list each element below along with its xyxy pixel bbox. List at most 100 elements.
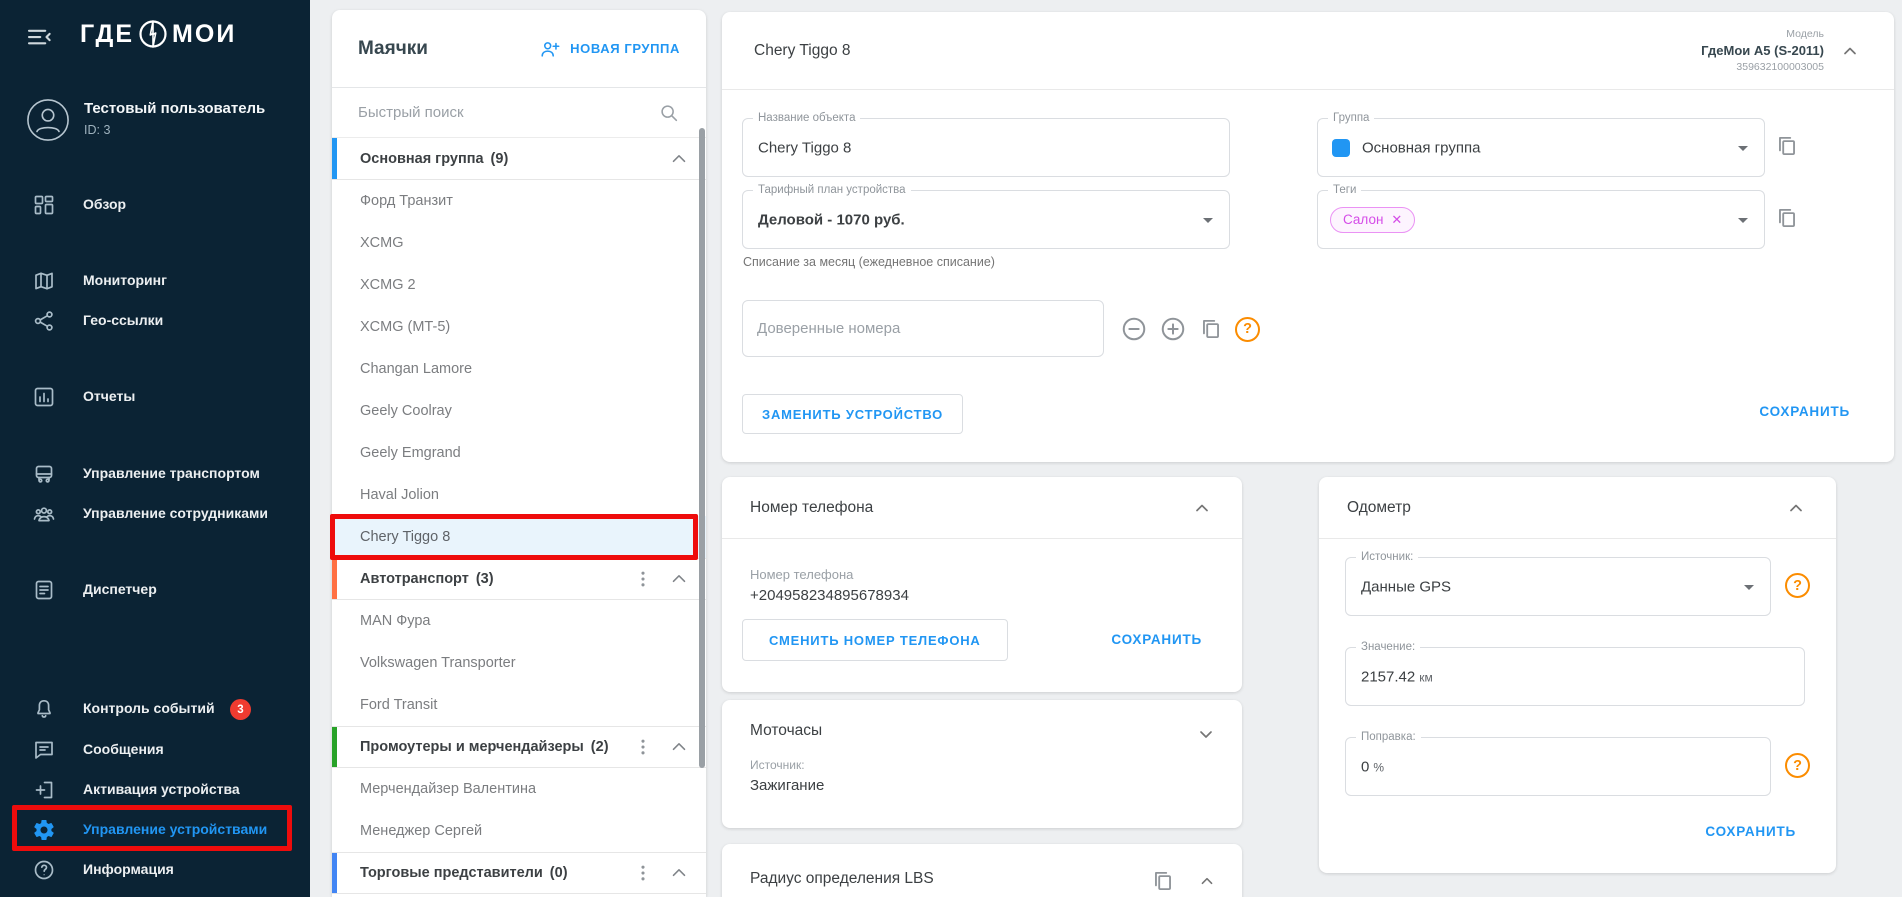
device-imei: 359632100003005	[1736, 61, 1824, 73]
beacon-row[interactable]: Volkswagen Transporter	[332, 642, 706, 684]
chevron-up-icon[interactable]	[668, 736, 690, 758]
group-row-autotransport[interactable]: Автотранспорт (3)	[332, 558, 706, 600]
sidebar-item-employees[interactable]: Управление сотрудниками	[0, 494, 310, 534]
engine-source-value: Зажигание	[750, 777, 824, 794]
tariff-plan-select[interactable]: Тарифный план устройства Деловой - 1070 …	[742, 190, 1230, 249]
copy-lbs-icon[interactable]	[1150, 868, 1176, 894]
sidebar-item-dispatcher[interactable]: Диспетчер	[0, 570, 310, 610]
beacon-row[interactable]: Geely Emgrand	[332, 432, 706, 474]
copy-group-icon[interactable]	[1774, 133, 1800, 159]
correction-unit: %	[1373, 760, 1384, 774]
group-row-promoters[interactable]: Промоутеры и мерчендайзеры (2)	[332, 726, 706, 768]
copy-tags-icon[interactable]	[1774, 205, 1800, 231]
phone-label: Номер телефона	[750, 567, 853, 582]
save-device-button[interactable]: СОХРАНИТЬ	[1759, 404, 1850, 419]
help-odometer-source-icon[interactable]: ?	[1785, 573, 1810, 598]
dropdown-caret-icon	[1203, 218, 1213, 223]
new-group-button[interactable]: НОВАЯ ГРУППА	[539, 38, 680, 60]
collapse-chevron-up-icon[interactable]	[1784, 496, 1808, 520]
collapse-chevron-up-icon[interactable]	[1196, 870, 1218, 892]
kebab-menu-icon[interactable]	[632, 862, 654, 884]
model-value: ГдеМои A5 (S-2011)	[1701, 43, 1824, 58]
sidebar-item-device-management[interactable]: Управление устройствами	[0, 810, 310, 850]
odometer-title: Одометр	[1347, 499, 1411, 517]
collapse-chevron-down-icon[interactable]	[1194, 722, 1218, 746]
tag-chip[interactable]: Салон ✕	[1330, 207, 1415, 233]
kebab-menu-icon[interactable]	[632, 736, 654, 758]
tags-select[interactable]: Теги Салон ✕	[1317, 190, 1765, 249]
help-correction-icon[interactable]: ?	[1785, 753, 1810, 778]
lbs-title: Радиус определения LBS	[750, 870, 934, 888]
beacon-row[interactable]: XCMG 2	[332, 264, 706, 306]
object-name-field[interactable]: Название объекта Chery Tiggo 8	[742, 118, 1230, 177]
bar-chart-icon	[32, 385, 56, 409]
sidebar-item-monitoring[interactable]: Мониторинг	[0, 261, 310, 301]
device-settings-card: Chery Tiggo 8 Модель ГдеМои A5 (S-2011) …	[722, 12, 1894, 462]
beacon-row[interactable]: XCMG (MT-5)	[332, 306, 706, 348]
beacons-panel-header: Маячки НОВАЯ ГРУППА	[332, 10, 706, 88]
beacon-row[interactable]: Менеджер Сергей	[332, 810, 706, 852]
events-count-badge: 3	[230, 699, 251, 720]
help-trusted-numbers-icon[interactable]: ?	[1235, 317, 1260, 342]
group-color-bar	[332, 727, 337, 767]
odometer-value-field[interactable]: Значение: 2157.42км	[1345, 647, 1805, 706]
replace-device-button[interactable]: ЗАМЕНИТЬ УСТРОЙСТВО	[742, 394, 963, 434]
beacon-row[interactable]: Ford Transit	[332, 684, 706, 726]
save-odometer-button[interactable]: СОХРАНИТЬ	[1705, 824, 1796, 839]
change-phone-button[interactable]: СМЕНИТЬ НОМЕР ТЕЛЕФОНА	[742, 619, 1008, 661]
device-card-header: Chery Tiggo 8 Модель ГдеМои A5 (S-2011) …	[722, 12, 1894, 90]
phone-value: +204958234895678934	[750, 587, 909, 604]
sidebar-item-overview[interactable]: Обзор	[0, 185, 310, 225]
remove-number-icon[interactable]	[1120, 315, 1148, 343]
remove-tag-icon[interactable]: ✕	[1391, 212, 1402, 228]
beacon-row[interactable]: Changan Lamore	[332, 348, 706, 390]
sidebar-item-information[interactable]: Информация	[0, 850, 310, 890]
sidebar-item-events[interactable]: Контроль событий 3	[0, 689, 310, 729]
collapse-chevron-up-icon[interactable]	[1190, 496, 1214, 520]
save-phone-button[interactable]: СОХРАНИТЬ	[1111, 632, 1202, 647]
phone-number-card: Номер телефона Номер телефона +204958234…	[722, 477, 1242, 692]
app-root: ГДЕ МОИ Тестовый пользователь ID: 3 Обзо…	[0, 0, 1902, 897]
search-icon	[658, 102, 680, 124]
beacon-row-selected[interactable]: Chery Tiggo 8	[332, 516, 706, 558]
group-row-sales-reps[interactable]: Торговые представители (0)	[332, 852, 706, 894]
sidebar-item-geolinks[interactable]: Гео-ссылки	[0, 301, 310, 341]
sidebar-item-transport[interactable]: Управление транспортом	[0, 454, 310, 494]
tariff-hint: Списание за месяц (ежедневное списание)	[743, 255, 995, 269]
gear-icon	[32, 818, 56, 842]
chevron-up-icon[interactable]	[668, 862, 690, 884]
group-select[interactable]: Группа Основная группа	[1317, 118, 1765, 177]
chevron-up-icon[interactable]	[668, 568, 690, 590]
odometer-source-select[interactable]: Источник: Данные GPS	[1345, 557, 1771, 616]
quick-search-input[interactable]: Быстрый поиск	[332, 88, 706, 138]
bell-icon	[32, 697, 56, 721]
copy-numbers-icon[interactable]	[1198, 316, 1224, 342]
beacon-row[interactable]: XCMG	[332, 222, 706, 264]
dropdown-caret-icon	[1738, 218, 1748, 223]
sidebar-item-activation[interactable]: Активация устройства	[0, 770, 310, 810]
odometer-unit: км	[1419, 670, 1433, 684]
beacon-row[interactable]: Форд Транзит	[332, 180, 706, 222]
sidebar-item-messages[interactable]: Сообщения	[0, 730, 310, 770]
chevron-up-icon[interactable]	[668, 148, 690, 170]
group-row-main[interactable]: Основная группа (9)	[332, 138, 706, 180]
add-device-icon	[32, 778, 56, 802]
dashboard-icon	[32, 193, 56, 217]
odometer-correction-field[interactable]: Поправка: 0%	[1345, 737, 1771, 796]
dropdown-caret-icon	[1738, 146, 1748, 151]
trusted-numbers-input[interactable]	[742, 300, 1104, 357]
beacon-row[interactable]: MAN Фура	[332, 600, 706, 642]
scrollbar-thumb[interactable]	[699, 128, 705, 768]
collapse-chevron-up-icon[interactable]	[1838, 39, 1862, 63]
model-label: Модель	[1786, 28, 1824, 40]
add-number-icon[interactable]	[1159, 315, 1187, 343]
help-icon	[32, 858, 56, 882]
lbs-radius-card: Радиус определения LBS	[722, 844, 1242, 897]
group-color-bar	[332, 853, 337, 893]
beacon-row[interactable]: Geely Coolray	[332, 390, 706, 432]
beacon-row[interactable]: Haval Jolion	[332, 474, 706, 516]
sidebar-item-reports[interactable]: Отчеты	[0, 377, 310, 417]
odometer-value: 2157.42	[1361, 668, 1415, 685]
kebab-menu-icon[interactable]	[632, 568, 654, 590]
beacon-row[interactable]: Мерчендайзер Валентина	[332, 768, 706, 810]
